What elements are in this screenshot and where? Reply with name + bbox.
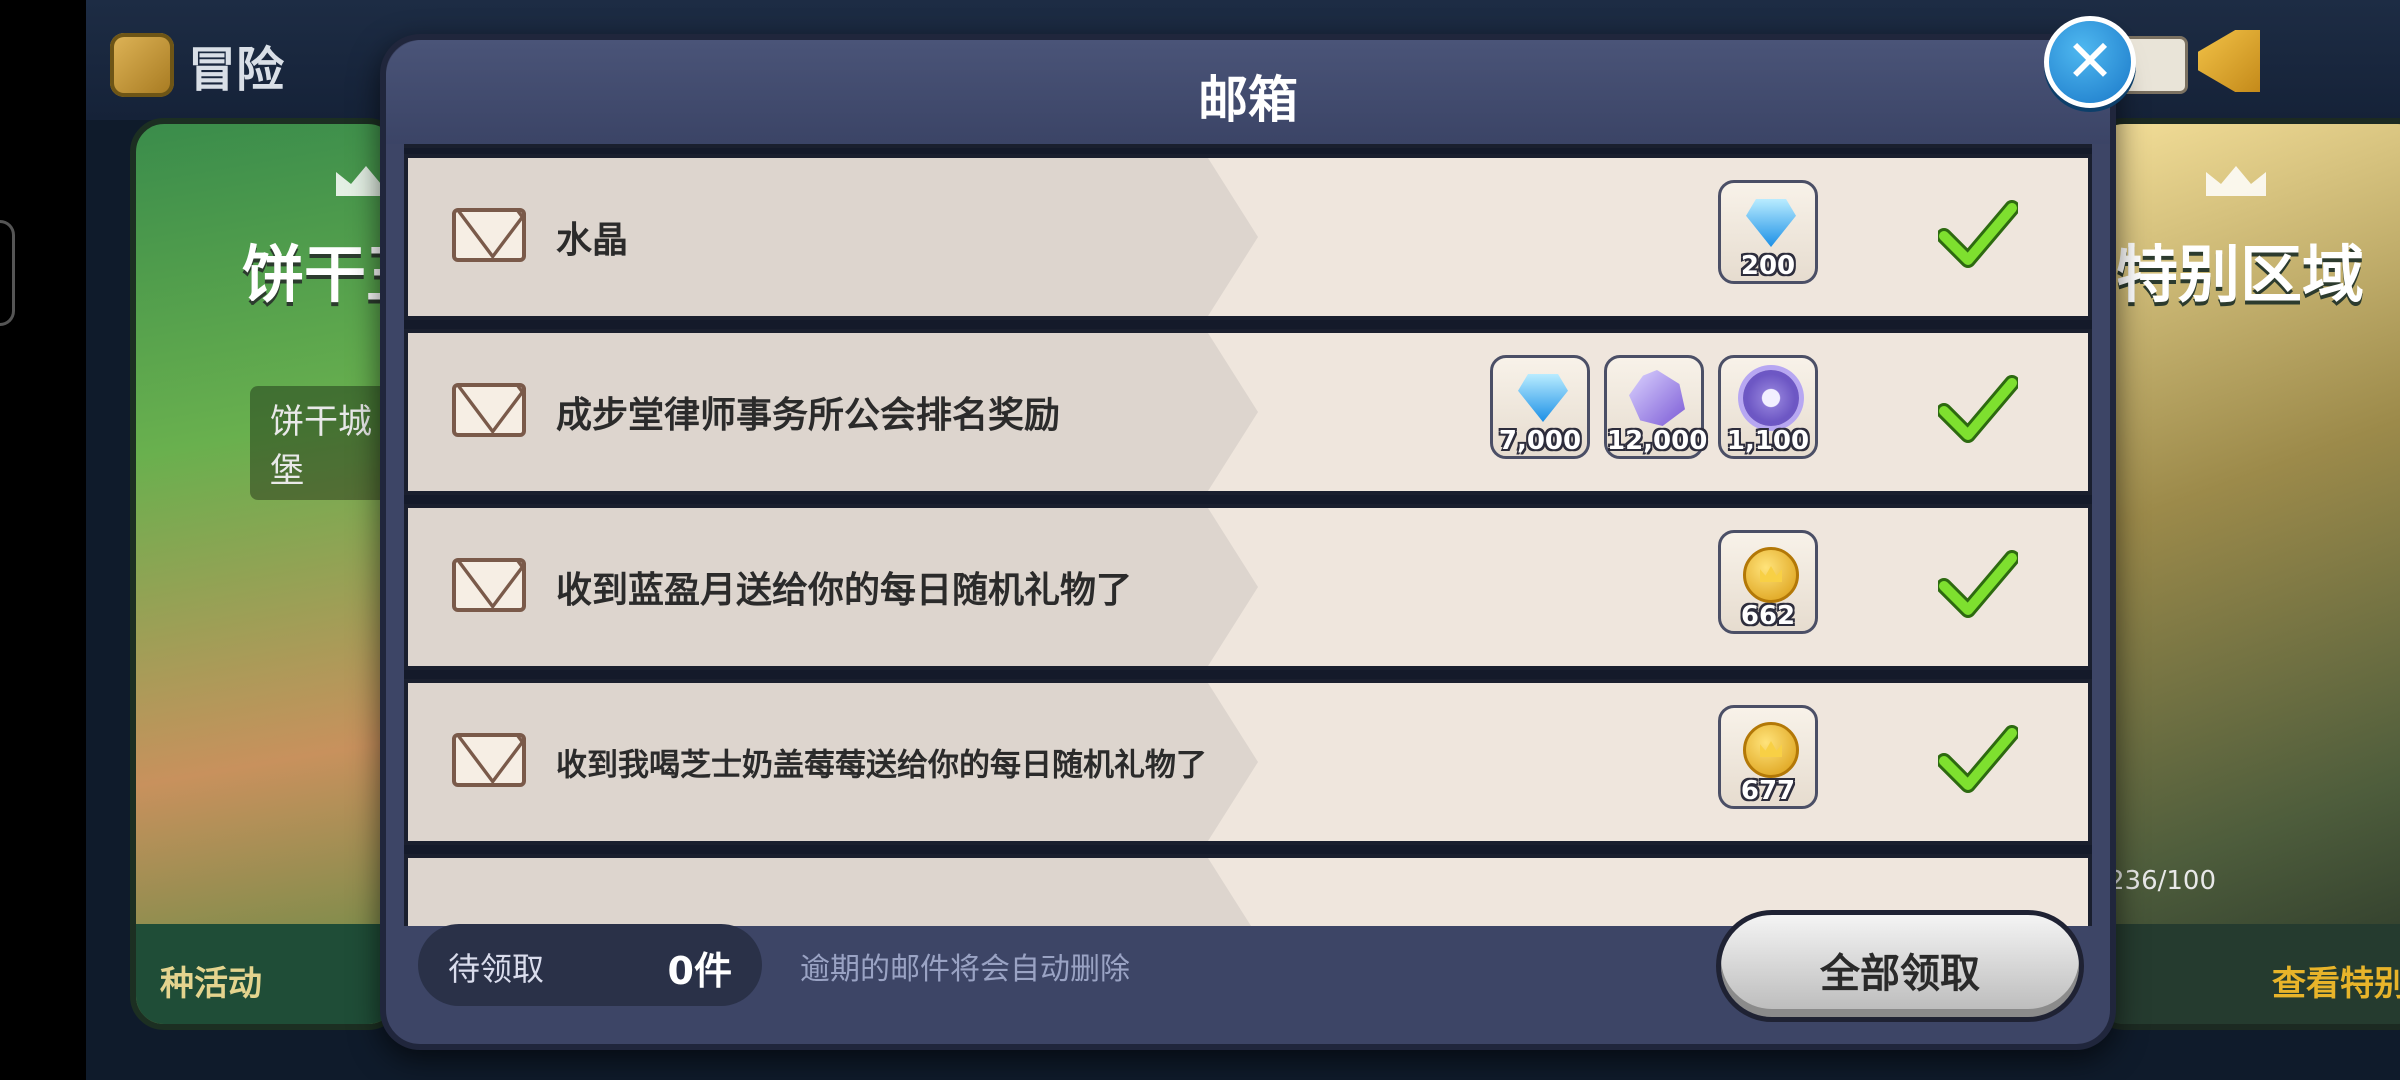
reward-item[interactable]: 1,100: [1718, 355, 1818, 459]
reward-item[interactable]: 7,000: [1490, 355, 1590, 459]
adventure-label: 冒险: [188, 42, 285, 98]
mail-row[interactable]: 收到蓝盈月送给你的每日随机礼物了 662: [404, 504, 2092, 670]
mailbox-title: 邮箱: [1198, 71, 1298, 129]
pending-label: 待领取: [448, 950, 545, 988]
kingdom-card[interactable]: 饼干王 饼干城堡: [130, 118, 402, 1030]
reward-item[interactable]: 662: [1718, 530, 1818, 634]
crown-icon: [2206, 166, 2266, 196]
special-zone-title: 特别区域: [2116, 238, 2365, 311]
side-handle: [0, 220, 15, 326]
mail-row[interactable]: 水晶 200: [404, 154, 2092, 320]
purple-crystal-icon: [1629, 370, 1685, 426]
kingdom-card-title: 饼干王: [242, 238, 396, 311]
mail-title: 收到蓝盈月送给你的每日随机礼物了: [556, 570, 1133, 611]
mailbox-header: 邮箱: [386, 40, 2110, 144]
pending-value: 0件: [667, 949, 732, 993]
pending-count-pill: 待领取 0件: [418, 924, 762, 1006]
gold-coin-icon: [1743, 547, 1799, 603]
reward-quantity: 662: [1740, 601, 1796, 631]
special-zone-view-link[interactable]: 查看特别: [2272, 956, 2400, 1005]
envelope-icon: [452, 733, 526, 787]
envelope-icon: [452, 558, 526, 612]
mailbox-dialog: 邮箱 水晶 200 成步堂律师事务所公会排名奖励 7,000 12,000 1,…: [380, 34, 2116, 1050]
close-icon[interactable]: ✕: [2044, 16, 2136, 108]
special-zone-progress: 236/100: [2108, 866, 2217, 896]
reward-quantity: 1,100: [1726, 426, 1810, 456]
mail-title: 成步堂律师事务所公会排名奖励: [556, 395, 1061, 436]
mail-row-partial-top: [404, 144, 2092, 148]
crystal-gem-icon: [1518, 374, 1568, 422]
crystal-gem-icon: [1746, 199, 1796, 247]
claim-all-label: 全部领取: [1820, 951, 1980, 997]
kingdom-card-footer-text[interactable]: 种活动: [160, 956, 262, 1005]
claim-check-icon[interactable]: [1938, 198, 2018, 268]
claim-check-icon[interactable]: [1938, 373, 2018, 443]
adventure-tab[interactable]: 冒险: [110, 30, 284, 100]
purple-gear-icon: [1743, 370, 1799, 426]
mail-title: 收到我喝芝士奶盖莓莓送给你的每日随机礼物了: [556, 747, 1207, 784]
reward-quantity: 7,000: [1498, 426, 1582, 456]
reward-item[interactable]: 12,000: [1604, 355, 1708, 459]
mail-title: 水晶: [556, 220, 629, 261]
reward-quantity: 677: [1740, 776, 1796, 806]
reward-item[interactable]: 677: [1718, 705, 1818, 809]
mail-row[interactable]: 收到我喝芝士奶盖莓莓送给你的每日随机礼物了 677: [404, 679, 2092, 845]
kingdom-card-subtitle: 饼干城堡: [250, 386, 396, 500]
gold-coin-icon: [1743, 722, 1799, 778]
claim-check-icon[interactable]: [1938, 723, 2018, 793]
claim-check-icon[interactable]: [1938, 548, 2018, 618]
mail-list[interactable]: 水晶 200 成步堂律师事务所公会排名奖励 7,000 12,000 1,100: [404, 144, 2092, 926]
claim-all-button[interactable]: 全部领取: [1716, 910, 2084, 1022]
envelope-icon: [452, 383, 526, 437]
mail-row[interactable]: 成步堂律师事务所公会排名奖励 7,000 12,000 1,100: [404, 329, 2092, 495]
envelope-icon: [452, 208, 526, 262]
expiry-note: 逾期的邮件将会自动删除: [800, 952, 1130, 987]
reward-quantity: 200: [1740, 251, 1796, 281]
reward-item[interactable]: 200: [1718, 180, 1818, 284]
adventure-shield-icon: [110, 33, 174, 97]
left-black-strip: [0, 0, 86, 1080]
reward-quantity: 12,000: [1607, 426, 1708, 456]
